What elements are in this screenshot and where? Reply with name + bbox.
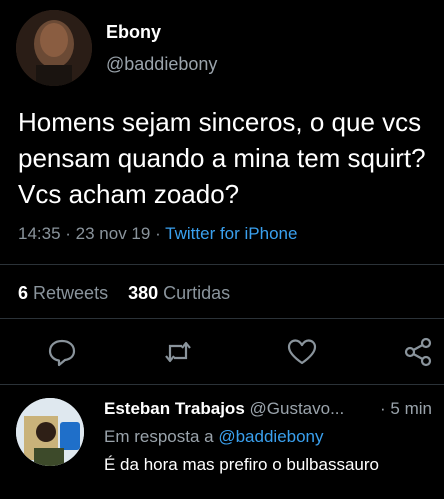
tweet-source[interactable]: Twitter for iPhone [165, 224, 297, 243]
meta-separator: · [155, 224, 166, 243]
tweet-date: 23 nov 19 [75, 224, 151, 243]
reply-author-avatar[interactable] [16, 398, 84, 466]
likes-stat[interactable]: 380 Curtidas [128, 283, 230, 303]
tweet-time: 14:35 [18, 224, 61, 243]
author-avatar-image [16, 10, 92, 86]
likes-label: Curtidas [163, 283, 231, 303]
likes-count: 380 [128, 283, 159, 303]
in-reply-to-label: Em resposta a [104, 427, 214, 446]
retweets-label: Retweets [33, 283, 109, 303]
share-button[interactable] [402, 336, 434, 368]
tweet-stats: 6 Retweets 380 Curtidas [18, 283, 230, 304]
reply-avatar-image [16, 398, 84, 466]
author-name[interactable]: Ebony [106, 22, 161, 43]
tweet-meta: 14:35 · 23 nov 19 · Twitter for iPhone [18, 224, 297, 244]
like-button[interactable] [286, 336, 318, 368]
author-handle[interactable]: @baddiebony [106, 54, 217, 75]
author-avatar[interactable] [16, 10, 92, 86]
reply-author-name[interactable]: Esteban Trabajos [104, 399, 245, 418]
tweet-text: Homens sejam sinceros, o que vcs pensam … [18, 107, 426, 209]
divider [0, 318, 444, 319]
retweet-icon [165, 341, 191, 363]
retweet-button[interactable] [162, 336, 194, 368]
reply-time: · 5 min [380, 399, 432, 419]
in-reply-to-handle[interactable]: @baddiebony [218, 427, 323, 446]
reply-time-value: 5 min [390, 399, 432, 418]
divider [0, 384, 444, 385]
time-separator: · [380, 399, 391, 418]
retweets-count: 6 [18, 283, 29, 303]
reply-text: É da hora mas prefiro o bulbassauro [104, 455, 379, 474]
reply-icon [48, 339, 76, 367]
action-bar [0, 336, 444, 372]
divider [0, 264, 444, 265]
reply-button[interactable] [46, 336, 78, 368]
retweets-stat[interactable]: 6 Retweets [18, 283, 108, 303]
in-reply-to: Em resposta a @baddiebony [104, 427, 324, 447]
heart-icon [287, 339, 317, 365]
reply-header: Esteban Trabajos @Gustavo... · 5 min [104, 399, 440, 419]
reply-author-handle[interactable]: @Gustavo... [250, 399, 345, 418]
meta-separator: · [65, 224, 76, 243]
share-icon [404, 337, 432, 367]
